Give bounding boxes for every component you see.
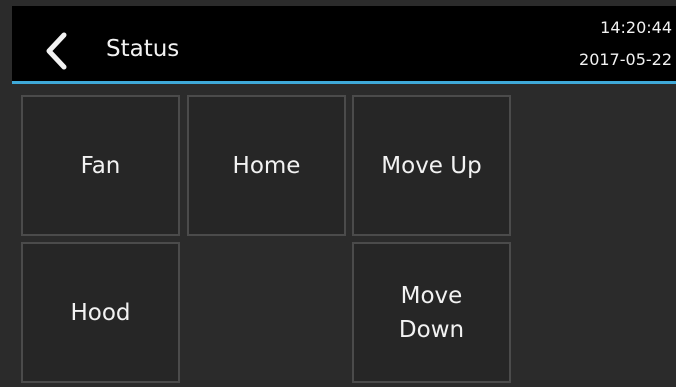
back-button[interactable] [32,26,82,76]
clock-time: 14:20:44 [600,18,672,37]
chevron-left-icon [44,32,70,70]
fan-button-label: Fan [80,152,121,179]
button-grid: Fan Home Move Up Hood Move Down [12,84,676,387]
home-button[interactable]: Home [187,95,346,236]
page-title: Status [106,36,180,62]
fan-button[interactable]: Fan [21,95,180,236]
hood-button[interactable]: Hood [21,242,180,383]
move-up-button[interactable]: Move Up [352,95,511,236]
move-down-label-line2: Down [398,316,465,343]
move-up-button-label: Move Up [381,152,482,179]
move-down-button-label: Move Down [399,279,464,347]
clock-date: 2017-05-22 [579,50,672,69]
status-screen: Status 14:20:44 2017-05-22 Fan Home Move… [0,0,676,387]
move-down-label-line1: Move [400,282,463,309]
hood-button-label: Hood [70,299,131,326]
home-button-label: Home [232,152,301,179]
clock: 14:20:44 2017-05-22 [579,18,672,70]
move-down-button[interactable]: Move Down [352,242,511,383]
header-bar: Status 14:20:44 2017-05-22 [12,6,676,81]
